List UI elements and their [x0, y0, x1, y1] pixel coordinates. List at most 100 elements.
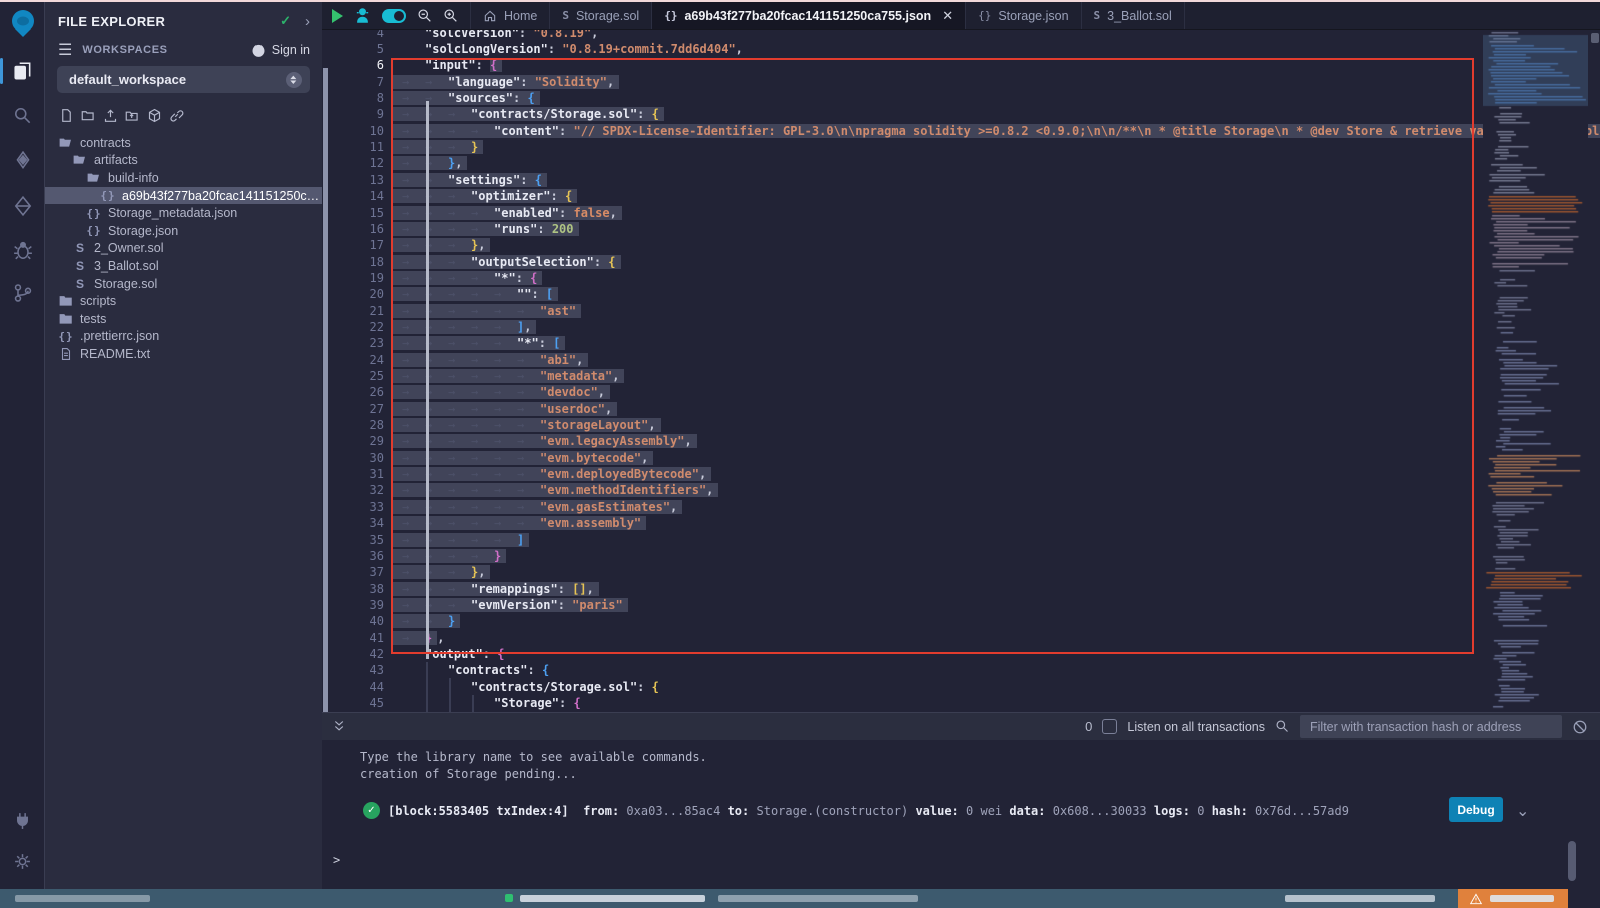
- scam-alert-badge[interactable]: [1458, 889, 1568, 908]
- clear-filter-icon[interactable]: [1572, 719, 1588, 735]
- tree-item-2-owner-sol[interactable]: S2_Owner.sol: [45, 240, 322, 258]
- code-line-26[interactable]: 26→→→→→→"devdoc",: [322, 384, 1600, 400]
- tree-item-a69b43f277ba20fcac141151250ca7-[interactable]: {}a69b43f277ba20fcac141151250ca7...: [45, 187, 322, 205]
- code-line-28[interactable]: 28→→→→→→"storageLayout",: [322, 417, 1600, 433]
- new-folder-icon[interactable]: [81, 108, 96, 123]
- tab-3-ballot-sol[interactable]: S3_Ballot.sol: [1082, 2, 1185, 29]
- code-line-9[interactable]: 9→→→"contracts/Storage.sol": {: [322, 106, 1600, 122]
- search-icon[interactable]: [0, 101, 45, 131]
- code-line-44[interactable]: 44"contracts/Storage.sol": {: [322, 679, 1600, 695]
- tree-item--prettierrc-json[interactable]: {}.prettierrc.json: [45, 328, 322, 346]
- tree-item-storage-metadata-json[interactable]: {}Storage_metadata.json: [45, 204, 322, 222]
- tab-home[interactable]: Home: [470, 2, 550, 29]
- scrollbar-thumb[interactable]: [1591, 33, 1599, 43]
- transaction-filter-input[interactable]: [1300, 715, 1562, 738]
- collapse-terminal-icon[interactable]: [332, 719, 347, 734]
- new-file-icon[interactable]: [59, 108, 74, 123]
- code-line-11[interactable]: 11→→→}: [322, 139, 1600, 155]
- tree-item-tests[interactable]: tests: [45, 310, 322, 328]
- run-script-icon[interactable]: [332, 9, 343, 23]
- code-line-37[interactable]: 37→→→},: [322, 564, 1600, 580]
- code-line-34[interactable]: 34→→→→→→"evm.assembly": [322, 515, 1600, 531]
- code-editor[interactable]: 4"solcVersion": "0.8.19",5"solcLongVersi…: [322, 30, 1600, 712]
- code-line-38[interactable]: 38→→→"remappings": [],: [322, 581, 1600, 597]
- load-template-icon[interactable]: [147, 108, 162, 123]
- file-explorer-icon[interactable]: [0, 56, 45, 86]
- close-tab-icon[interactable]: ✕: [942, 8, 953, 24]
- settings-icon[interactable]: [0, 846, 45, 876]
- tree-item-readme-txt[interactable]: README.txt: [45, 345, 322, 363]
- workspace-select[interactable]: default_workspace: [57, 66, 310, 93]
- tree-item-scripts[interactable]: scripts: [45, 292, 322, 310]
- code-line-24[interactable]: 24→→→→→→"abi",: [322, 352, 1600, 368]
- code-line-20[interactable]: 20→→→→→"": [: [322, 286, 1600, 302]
- code-line-23[interactable]: 23→→→→→"*": [: [322, 335, 1600, 351]
- git-icon[interactable]: [0, 278, 45, 308]
- code-line-4[interactable]: 4"solcVersion": "0.8.19",: [322, 30, 1600, 41]
- sign-in-button[interactable]: Sign in: [251, 43, 310, 58]
- code-line-36[interactable]: 36→→→→}: [322, 548, 1600, 564]
- code-line-42[interactable]: 42"output": {: [322, 646, 1600, 662]
- listen-checkbox[interactable]: [1102, 719, 1117, 734]
- theme-toggle[interactable]: [382, 9, 406, 23]
- code-line-6[interactable]: 6"input": {: [322, 57, 1600, 73]
- zoom-out-icon[interactable]: [417, 8, 432, 23]
- tree-item-artifacts[interactable]: artifacts: [45, 152, 322, 170]
- code-line-8[interactable]: 8→→"sources": {: [322, 90, 1600, 106]
- debugger-icon[interactable]: [0, 236, 45, 266]
- code-line-12[interactable]: 12→→},: [322, 155, 1600, 171]
- folder-open-icon: [57, 136, 75, 150]
- tree-item-storage-sol[interactable]: SStorage.sol: [45, 275, 322, 293]
- solidity-compiler-icon[interactable]: [0, 146, 45, 176]
- expand-tx-icon[interactable]: ⌄: [1516, 801, 1529, 821]
- code-line-7[interactable]: 7→→"language": "Solidity",: [322, 74, 1600, 90]
- terminal-prompt[interactable]: >: [333, 853, 340, 867]
- tab-storage-json[interactable]: {}Storage.json: [966, 2, 1081, 29]
- tree-item-contracts[interactable]: contracts: [45, 134, 322, 152]
- upload-folder-icon[interactable]: [125, 108, 140, 123]
- minimap[interactable]: [1483, 30, 1588, 712]
- debug-button[interactable]: Debug: [1449, 797, 1503, 822]
- code-line-21[interactable]: 21→→→→→→"ast": [322, 303, 1600, 319]
- terminal-scrollbar-thumb[interactable]: [1568, 841, 1576, 881]
- code-line-39[interactable]: 39→→→"evmVersion": "paris": [322, 597, 1600, 613]
- code-line-35[interactable]: 35→→→→→]: [322, 532, 1600, 548]
- chevron-right-icon[interactable]: ›: [305, 13, 310, 30]
- code-line-15[interactable]: 15→→→→"enabled": false,: [322, 205, 1600, 221]
- code-line-25[interactable]: 25→→→→→→"metadata",: [322, 368, 1600, 384]
- tab-a69b43f277ba20fcac141151250ca755-json[interactable]: {}a69b43f277ba20fcac141151250ca755.json✕: [652, 2, 966, 29]
- hamburger-menu-icon[interactable]: ☰: [58, 40, 72, 60]
- code-line-22[interactable]: 22→→→→→],: [322, 319, 1600, 335]
- tree-item-build-info[interactable]: build-info: [45, 169, 322, 187]
- code-line-5[interactable]: 5"solcLongVersion": "0.8.19+commit.7dd6d…: [322, 41, 1600, 57]
- remix-ai-icon[interactable]: [354, 7, 371, 24]
- deploy-and-run-icon[interactable]: [0, 191, 45, 221]
- upload-file-icon[interactable]: [103, 108, 118, 123]
- code-line-14[interactable]: 14→→→"optimizer": {: [322, 188, 1600, 204]
- tab-label: Home: [504, 9, 537, 23]
- code-line-16[interactable]: 16→→→→"runs": 200: [322, 221, 1600, 237]
- code-line-27[interactable]: 27→→→→→→"userdoc",: [322, 401, 1600, 417]
- code-line-33[interactable]: 33→→→→→→"evm.gasEstimates",: [322, 499, 1600, 515]
- transaction-log[interactable]: [block:5583405 txIndex:4] from: 0xa03...…: [388, 804, 1349, 818]
- code-line-19[interactable]: 19→→→→"*": {: [322, 270, 1600, 286]
- code-line-17[interactable]: 17→→→},: [322, 237, 1600, 253]
- code-line-31[interactable]: 31→→→→→→"evm.deployedBytecode",: [322, 466, 1600, 482]
- code-line-13[interactable]: 13→→"settings": {: [322, 172, 1600, 188]
- plugin-manager-icon[interactable]: [0, 805, 45, 835]
- zoom-in-icon[interactable]: [443, 8, 458, 23]
- code-line-45[interactable]: 45"Storage": {: [322, 695, 1600, 711]
- code-line-43[interactable]: 43"contracts": {: [322, 662, 1600, 678]
- code-line-29[interactable]: 29→→→→→→"evm.legacyAssembly",: [322, 433, 1600, 449]
- code-line-18[interactable]: 18→→→"outputSelection": {: [322, 254, 1600, 270]
- code-line-40[interactable]: 40→→}: [322, 613, 1600, 629]
- tree-item-3-ballot-sol[interactable]: S3_Ballot.sol: [45, 257, 322, 275]
- editor-scrollbar[interactable]: [1590, 30, 1600, 712]
- tab-storage-sol[interactable]: SStorage.sol: [550, 2, 652, 29]
- code-line-41[interactable]: 41→},: [322, 630, 1600, 646]
- import-url-icon[interactable]: [169, 108, 184, 123]
- code-line-30[interactable]: 30→→→→→→"evm.bytecode",: [322, 450, 1600, 466]
- code-line-32[interactable]: 32→→→→→→"evm.methodIdentifiers",: [322, 482, 1600, 498]
- tree-item-storage-json[interactable]: {}Storage.json: [45, 222, 322, 240]
- code-line-10[interactable]: 10→→→→"content": "// SPDX-License-Identi…: [322, 123, 1600, 139]
